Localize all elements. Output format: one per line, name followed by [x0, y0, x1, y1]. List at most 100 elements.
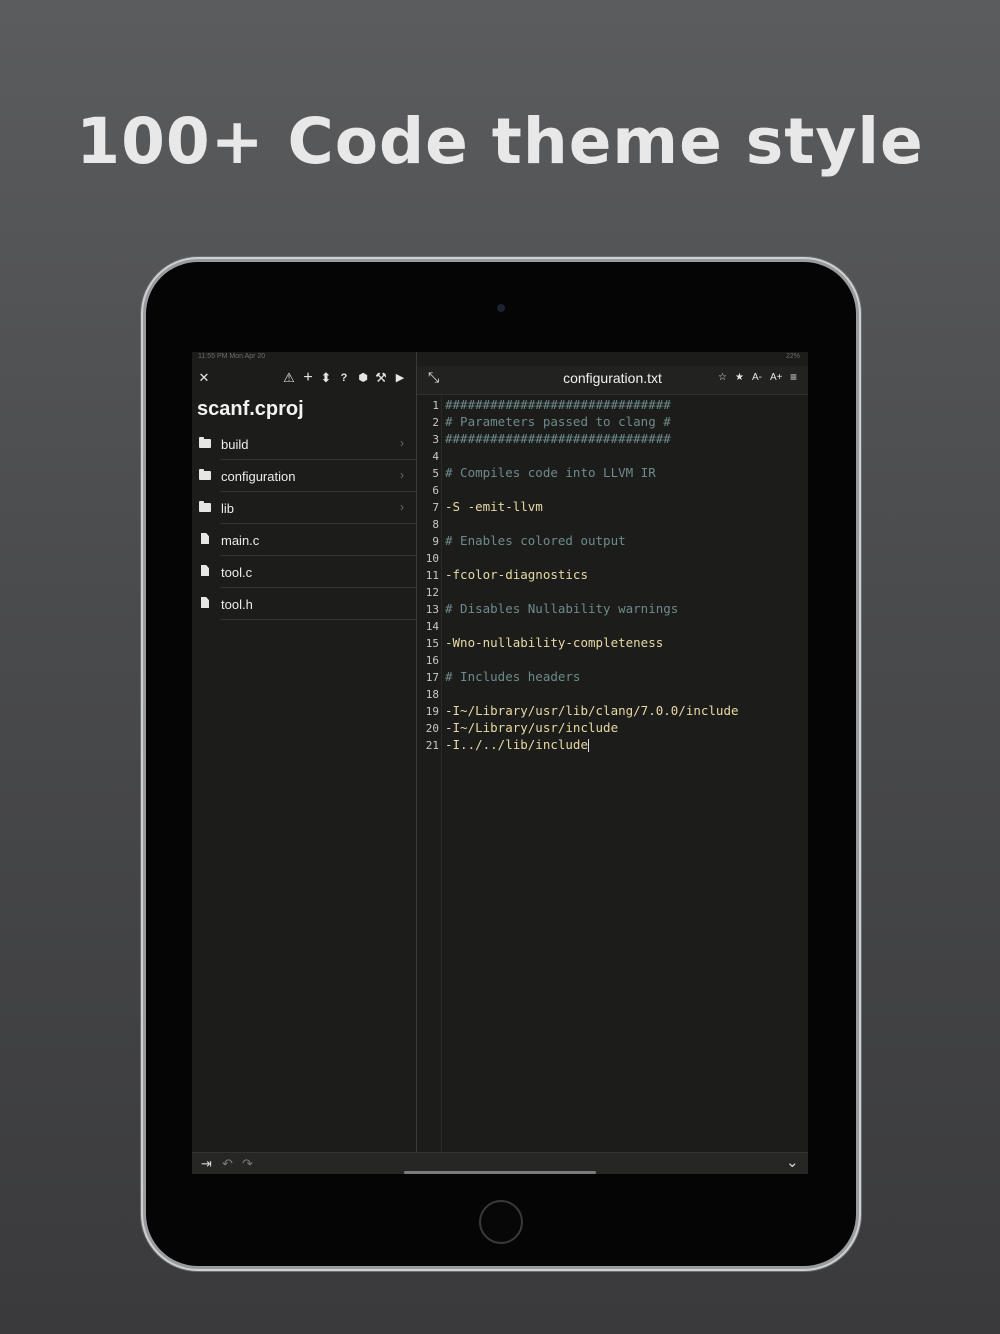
close-icon[interactable]: ✕ [196, 370, 212, 386]
document-icon [199, 597, 211, 608]
line-number: 4 [432, 450, 439, 463]
folder-item[interactable]: configuration › [192, 460, 416, 492]
code-text: -I~/Library/usr/lib/clang/7.0.0/include [445, 703, 739, 718]
code-line[interactable]: 10 [417, 549, 808, 566]
code-editor: ⤡ configuration.txt ☆ ★ A- A+ ≡ 1 #######… [417, 352, 808, 1152]
warning-icon[interactable]: ⚠ [281, 370, 297, 386]
line-number: 19 [425, 705, 439, 718]
line-number: 8 [432, 518, 439, 531]
line-number: 5 [432, 467, 439, 480]
file-list: build › configuration › lib › main.c tool.c tool… [192, 428, 416, 620]
file-name: tool.h [221, 597, 253, 612]
text-cursor [588, 739, 589, 752]
folder-item[interactable]: build › [192, 428, 416, 460]
code-line[interactable]: 12 [417, 583, 808, 600]
build-hammer-icon[interactable]: ⚒ [373, 370, 389, 386]
menu-icon[interactable]: ≡ [790, 370, 797, 384]
line-number: 16 [425, 654, 439, 667]
line-number: 10 [425, 552, 439, 565]
code-line[interactable]: 16 [417, 651, 808, 668]
code-line[interactable]: 9 # Enables colored output [417, 532, 808, 549]
file-name: tool.c [221, 565, 253, 580]
code-line[interactable]: 21 -I../../lib/include [417, 736, 808, 753]
code-comment: ############################## [445, 431, 671, 446]
code-text: -I../../lib/include [445, 737, 589, 752]
redo-icon[interactable]: ↷ [242, 1156, 253, 1172]
chevron-right-icon: › [400, 500, 404, 514]
undo-icon[interactable]: ↶ [222, 1156, 233, 1172]
project-title: scanf.cproj [197, 398, 304, 420]
font-decrease-button[interactable]: A- [752, 372, 762, 383]
line-number: 6 [432, 484, 439, 497]
screen: ✕ ⚠ + ⬍ ? ⬢ ⚒ ▶ scanf.cproj build › config… [192, 352, 808, 1174]
star-outline-icon[interactable]: ☆ [718, 372, 727, 383]
ipad-frame: ✕ ⚠ + ⬍ ? ⬢ ⚒ ▶ scanf.cproj build › config… [146, 262, 856, 1266]
code-line[interactable]: 13 # Disables Nullability warnings [417, 600, 808, 617]
document-icon [199, 533, 211, 544]
code-text: -S -emit-llvm [445, 499, 543, 514]
line-number: 20 [425, 722, 439, 735]
line-number: 17 [425, 671, 439, 684]
file-name: configuration [221, 469, 296, 484]
file-title: configuration.txt [563, 370, 662, 386]
font-increase-button[interactable]: A+ [770, 372, 783, 383]
line-number: 3 [432, 433, 439, 446]
code-line[interactable]: 11 -fcolor-diagnostics [417, 566, 808, 583]
code-line[interactable]: 1 ############################## [417, 396, 808, 413]
file-item[interactable]: main.c [192, 524, 416, 556]
run-icon[interactable]: ▶ [392, 370, 408, 386]
file-item[interactable]: tool.c [192, 556, 416, 588]
line-number: 7 [432, 501, 439, 514]
code-lines: 1 ############################## 2 # Parame… [417, 396, 808, 753]
line-number: 14 [425, 620, 439, 633]
code-line[interactable]: 15 -Wno-nullability-completeness [417, 634, 808, 651]
code-line[interactable]: 14 [417, 617, 808, 634]
divider [220, 619, 416, 620]
line-number: 21 [425, 739, 439, 752]
line-number: 11 [425, 569, 439, 582]
camera [497, 304, 505, 312]
code-line[interactable]: 18 [417, 685, 808, 702]
line-number: 12 [425, 586, 439, 599]
code-line[interactable]: 4 [417, 447, 808, 464]
file-sidebar: ✕ ⚠ + ⬍ ? ⬢ ⚒ ▶ scanf.cproj build › config… [192, 352, 417, 1152]
code-line[interactable]: 6 [417, 481, 808, 498]
folder-item[interactable]: lib › [192, 492, 416, 524]
code-comment: # Enables colored output [445, 533, 626, 548]
code-line[interactable]: 3 ############################## [417, 430, 808, 447]
code-line[interactable]: 7 -S -emit-llvm [417, 498, 808, 515]
file-name: main.c [221, 533, 260, 548]
star-icon[interactable]: ★ [735, 372, 744, 383]
home-button[interactable] [479, 1200, 523, 1244]
code-text: -I~/Library/usr/include [445, 720, 619, 735]
folder-icon [199, 469, 211, 480]
code-text: -fcolor-diagnostics [445, 567, 588, 582]
tab-icon[interactable]: ⇥ [201, 1156, 212, 1172]
file-item[interactable]: tool.h [192, 588, 416, 620]
line-number: 13 [425, 603, 439, 616]
sort-icon[interactable]: ⬍ [318, 370, 334, 386]
code-line[interactable]: 2 # Parameters passed to clang # [417, 413, 808, 430]
document-icon [199, 565, 211, 576]
folder-icon [199, 501, 211, 512]
code-comment: ############################## [445, 397, 671, 412]
collapse-keyboard-icon[interactable]: ⌄ [786, 1153, 799, 1171]
package-icon[interactable]: ⬢ [355, 370, 371, 386]
headline: 100+ Code theme style [76, 105, 924, 178]
status-time: 11:55 PM Mon Apr 20 [198, 353, 266, 360]
code-line[interactable]: 20 -I~/Library/usr/include [417, 719, 808, 736]
file-name: build [221, 437, 249, 452]
code-line[interactable]: 5 # Compiles code into LLVM IR [417, 464, 808, 481]
code-line[interactable]: 8 [417, 515, 808, 532]
add-icon[interactable]: + [300, 370, 316, 386]
code-text: -Wno-nullability-completeness [445, 635, 664, 650]
help-icon[interactable]: ? [336, 370, 352, 386]
code-line[interactable]: 17 # Includes headers [417, 668, 808, 685]
code-line[interactable]: 19 -I~/Library/usr/lib/clang/7.0.0/includ… [417, 702, 808, 719]
line-number: 18 [425, 688, 439, 701]
line-number: 15 [425, 637, 439, 650]
status-bar: 11:55 PM Mon Apr 20 22% [192, 352, 808, 362]
code-area[interactable]: 1 ############################## 2 # Parame… [417, 396, 808, 1152]
code-comment: # Parameters passed to clang # [445, 414, 671, 429]
code-comment: # Disables Nullability warnings [445, 601, 679, 616]
